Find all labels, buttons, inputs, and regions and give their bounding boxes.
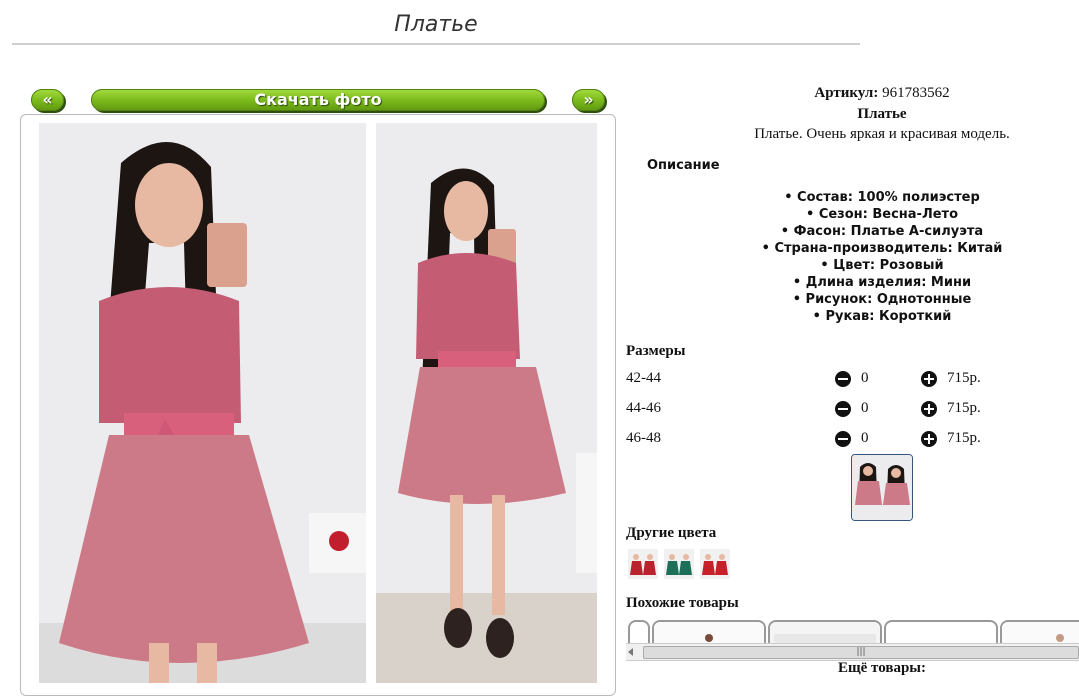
other-colors-heading: Другие цвета [626, 525, 717, 541]
article-value: 961783562 [882, 85, 950, 101]
next-photo-button[interactable]: » [572, 89, 605, 111]
increase-quantity-icon[interactable] [921, 401, 937, 417]
other-color-thumbnail[interactable] [628, 549, 658, 579]
size-price: 715р. [947, 430, 981, 446]
increase-quantity-icon[interactable] [921, 371, 937, 387]
increase-quantity-icon[interactable] [921, 431, 937, 447]
product-name: Платье [857, 106, 907, 122]
download-photo-button[interactable]: Скачать фото [91, 89, 545, 111]
product-photo-main[interactable] [39, 123, 366, 683]
feature-list: Состав: 100% полиэстер Сезон: Весна-Лето… [626, 189, 1079, 325]
carousel-scrollbar[interactable]: ||| [626, 643, 1079, 661]
article-line: Артикул: 961783562 [626, 85, 1079, 102]
quantity-value: 0 [861, 430, 869, 446]
size-row: 44-46 0 715р. [626, 400, 1076, 422]
feature-item: Состав: 100% полиэстер [626, 189, 1079, 206]
decrease-quantity-icon[interactable] [835, 371, 851, 387]
title-divider [12, 43, 860, 45]
selected-photo-thumbnail[interactable] [851, 454, 913, 521]
other-color-thumbnail[interactable] [700, 549, 730, 579]
product-photo-secondary[interactable] [376, 123, 597, 683]
sizes-heading: Размеры [626, 343, 686, 359]
product-short-description: Платье. Очень яркая и красивая модель. [754, 126, 1010, 142]
quantity-value: 0 [861, 400, 869, 416]
similar-products-heading: Похожие товары [626, 595, 739, 611]
size-price: 715р. [947, 370, 981, 386]
size-row: 46-48 0 715р. [626, 430, 1076, 452]
feature-item: Фасон: Платье А-силуэта [626, 223, 1079, 240]
previous-photo-button[interactable]: « [31, 89, 64, 111]
feature-item: Рисунок: Однотонные [626, 291, 1079, 308]
description-heading: Описание [647, 158, 720, 173]
article-label: Артикул: [814, 85, 879, 101]
size-label: 44-46 [626, 400, 661, 416]
more-products-heading: Ещё товары: [837, 660, 927, 676]
decrease-quantity-icon[interactable] [835, 401, 851, 417]
size-row: 42-44 0 715р. [626, 370, 1076, 392]
feature-item: Сезон: Весна-Лето [626, 206, 1079, 223]
feature-item: Рукав: Короткий [626, 308, 1079, 325]
quantity-value: 0 [861, 370, 869, 386]
decrease-quantity-icon[interactable] [835, 431, 851, 447]
feature-item: Длина изделия: Мини [626, 274, 1079, 291]
size-price: 715р. [947, 400, 981, 416]
scroll-left-arrow-icon[interactable] [628, 648, 633, 656]
photo-gallery [20, 114, 616, 696]
feature-item: Цвет: Розовый [626, 257, 1079, 274]
size-label: 42-44 [626, 370, 661, 386]
page-title: Платье [394, 12, 478, 37]
feature-item: Страна-производитель: Китай [626, 240, 1079, 257]
size-label: 46-48 [626, 430, 661, 446]
scrollbar-thumb[interactable]: ||| [643, 646, 1079, 659]
other-color-thumbnail[interactable] [664, 549, 694, 579]
